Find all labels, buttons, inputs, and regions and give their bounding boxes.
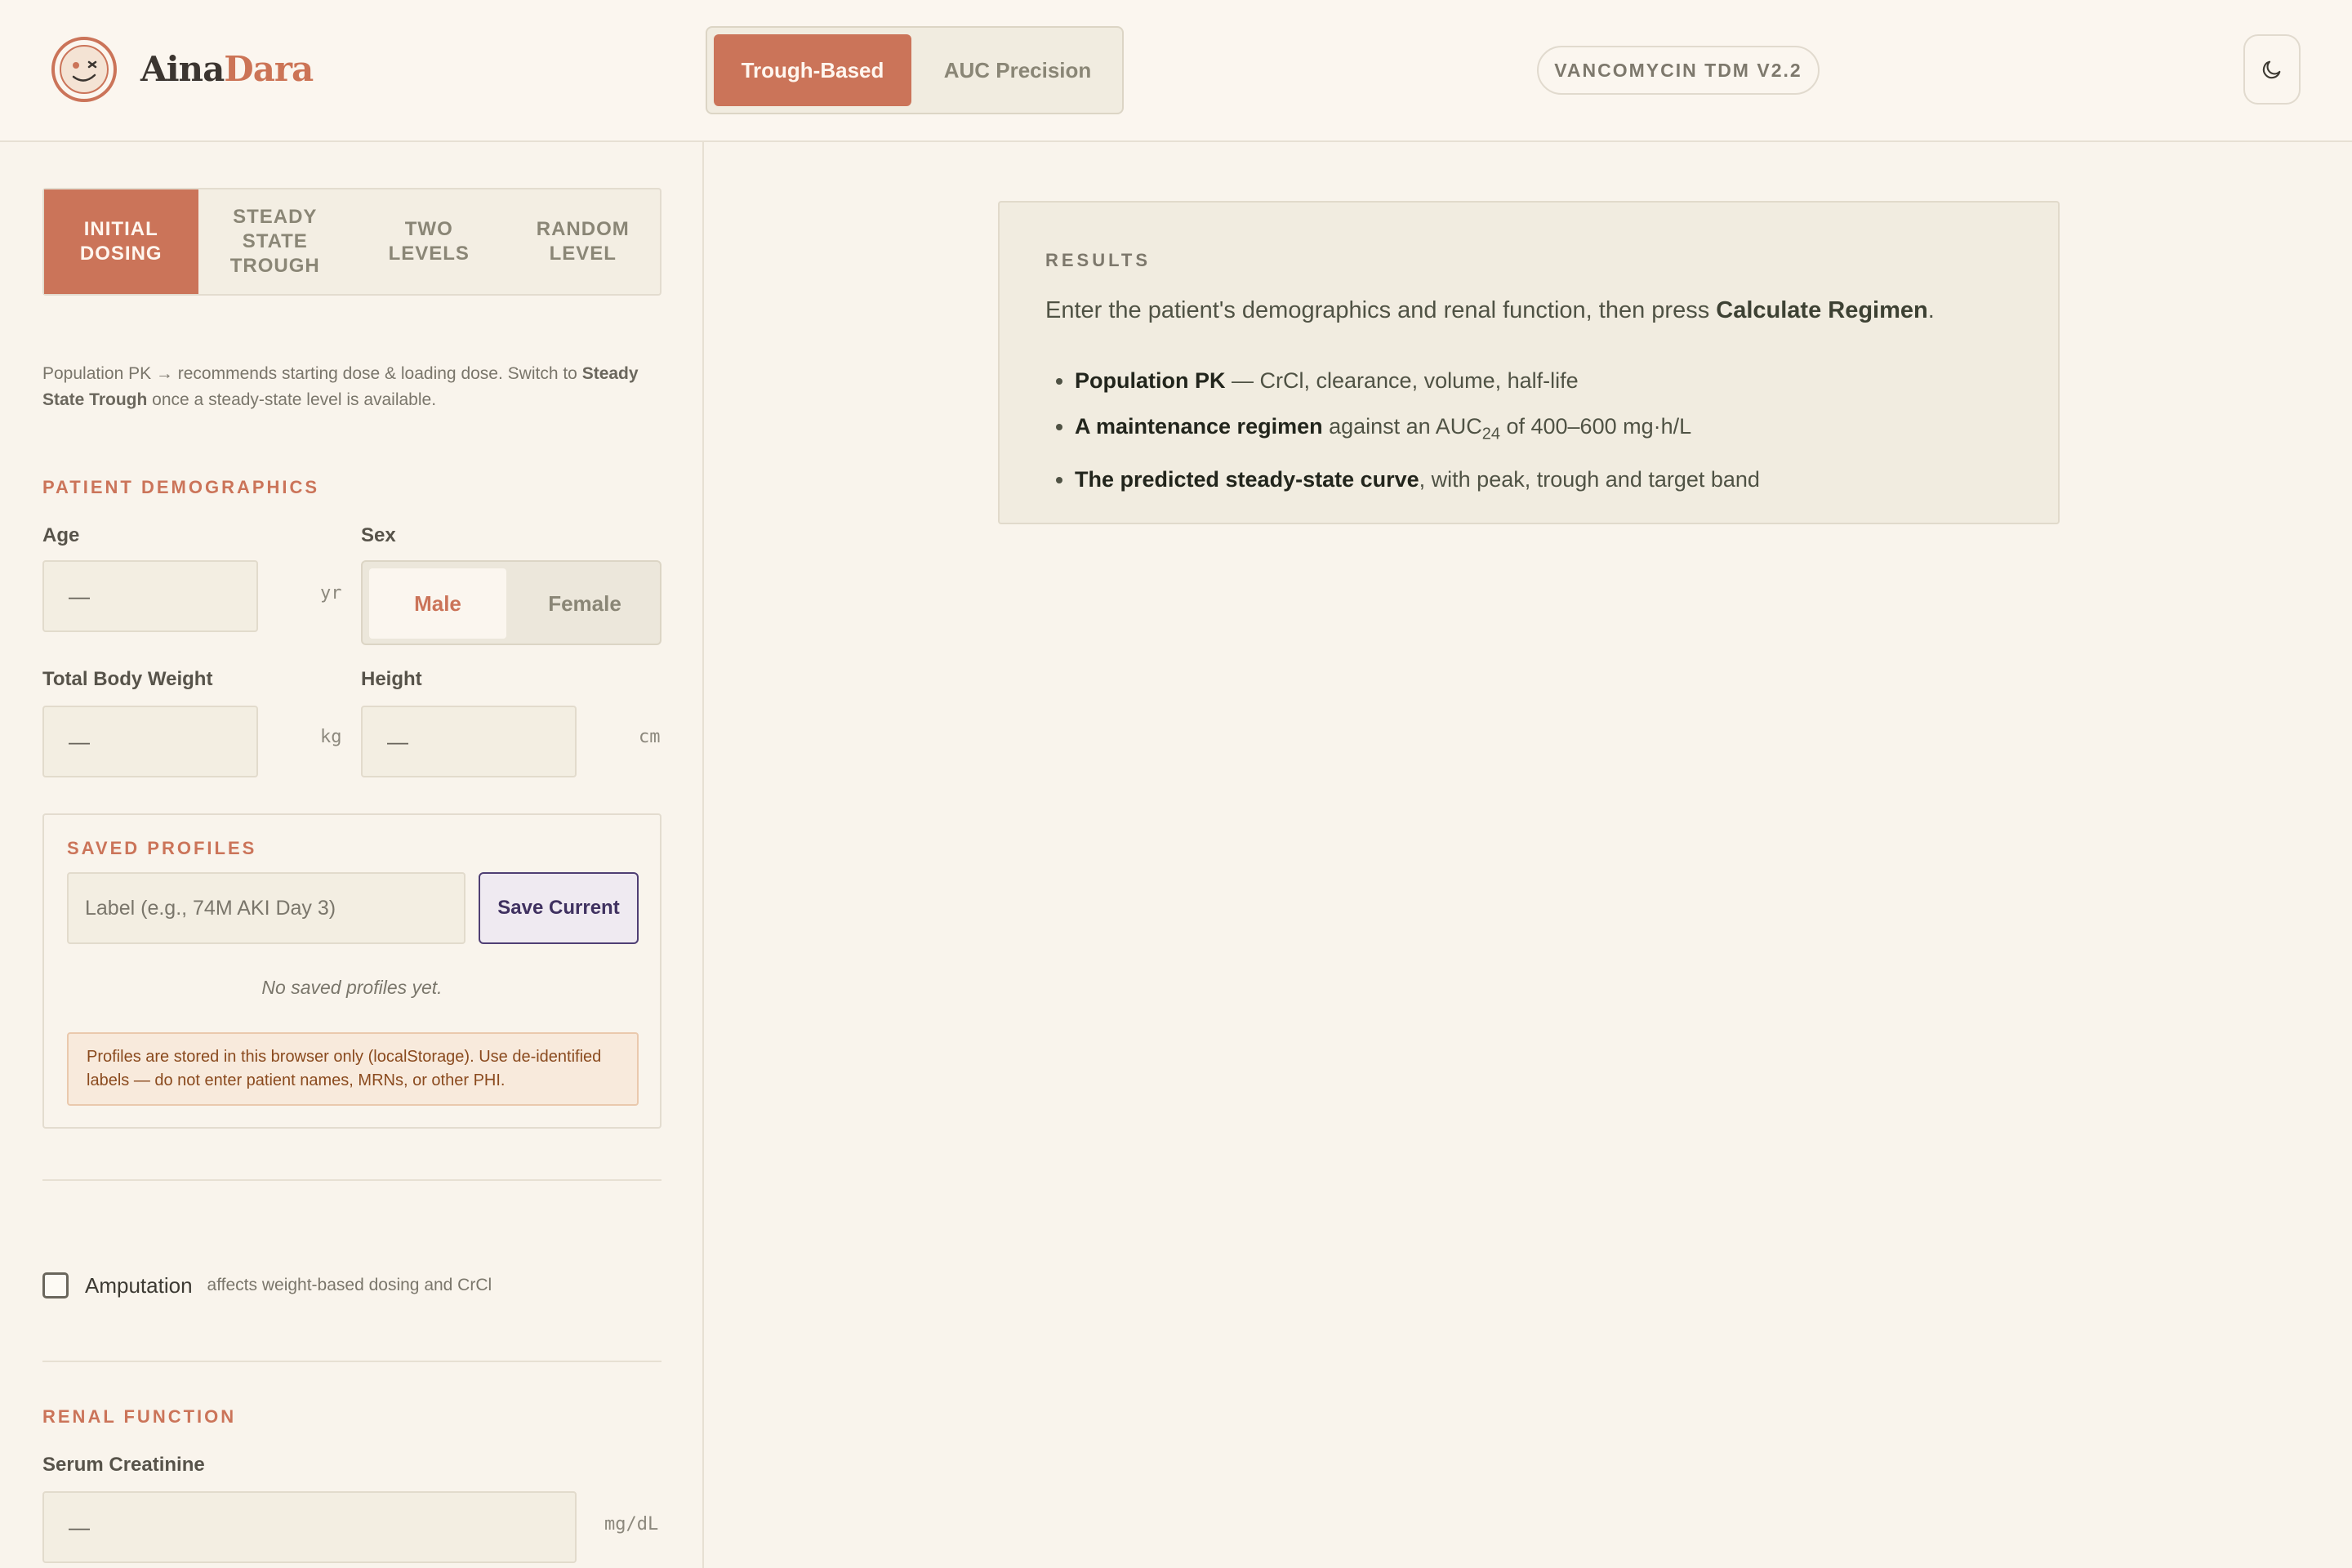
hint-text-pre: Population PK → recommends starting dose… [42, 364, 582, 383]
version-badge: VANCOMYCIN TDM V2.2 [1537, 46, 1820, 95]
list-item: Population PK — CrCl, clearance, volume,… [1075, 358, 1760, 403]
amputation-note: affects weight-based dosing and CrCl [207, 1276, 492, 1294]
list-item: A maintenance regimen against an AUC24 o… [1075, 403, 1760, 457]
brand-name-part-2: Dara [224, 49, 314, 89]
sex-male-button[interactable]: Male [369, 568, 506, 639]
age-input[interactable]: — [42, 560, 258, 632]
results-lead-post: . [1927, 297, 1935, 323]
logo-face-icon [51, 37, 117, 102]
results-instructions: Enter the patient's demographics and ren… [1045, 297, 1935, 324]
theme-toggle-button[interactable] [2243, 34, 2301, 105]
age-label: Age [42, 524, 80, 546]
profile-label-input[interactable]: Label (e.g., 74M AKI Day 3) [67, 872, 466, 944]
sex-label: Sex [361, 524, 396, 546]
saved-profiles-panel: SAVED PROFILES Label (e.g., 74M AKI Day … [42, 813, 662, 1129]
results-lead-pre: Enter the patient's demographics and ren… [1045, 297, 1717, 323]
amputation-checkbox[interactable] [42, 1272, 69, 1298]
results-lead-bold: Calculate Regimen [1716, 297, 1928, 323]
sex-toggle: Male Female [361, 560, 662, 645]
amputation-row: Amputation affects weight-based dosing a… [42, 1269, 492, 1302]
saved-profiles-title: SAVED PROFILES [67, 838, 257, 858]
amputation-label[interactable]: Amputation [85, 1273, 193, 1298]
results-feature-list: Population PK — CrCl, clearance, volume,… [1075, 358, 1760, 502]
list-item-text: , with peak, trough and target band [1419, 467, 1760, 492]
results-title: RESULTS [1045, 250, 1152, 270]
top-bar: AinaDara Trough-Based AUC Precision VANC… [0, 0, 2352, 142]
tab-random-level[interactable]: RANDOM LEVEL [506, 189, 661, 294]
phi-warning: Profiles are stored in this browser only… [67, 1032, 639, 1106]
mode-hint: Population PK → recommends starting dose… [42, 361, 662, 413]
auc-subscript: 24 [1481, 425, 1500, 443]
age-unit: yr [320, 583, 342, 604]
list-item-bold: Population PK [1075, 368, 1226, 393]
mode-auc-precision-button[interactable]: AUC Precision [918, 34, 1117, 106]
weight-label: Total Body Weight [42, 668, 213, 690]
moon-icon [2262, 60, 2281, 79]
serum-creatinine-input[interactable]: — [42, 1491, 577, 1563]
mode-toggle: Trough-Based AUC Precision [706, 26, 1124, 114]
weight-input[interactable]: — [42, 706, 258, 777]
save-current-button[interactable]: Save Current [479, 872, 639, 944]
tab-two-levels[interactable]: TWO LEVELS [352, 189, 506, 294]
calc-type-tabs: INITIAL DOSING STEADY STATE TROUGH TWO L… [42, 188, 662, 296]
serum-creatinine-unit: mg/dL [604, 1514, 659, 1535]
height-unit: cm [639, 727, 661, 747]
list-item-bold: A maintenance regimen [1075, 414, 1323, 439]
demographics-title: PATIENT DEMOGRAPHICS [42, 477, 320, 497]
height-input[interactable]: — [361, 706, 577, 777]
tab-steady-state-trough[interactable]: STEADY STATE TROUGH [198, 189, 353, 294]
divider [42, 1179, 662, 1181]
mode-trough-based-button[interactable]: Trough-Based [714, 34, 911, 106]
no-profiles-message: No saved profiles yet. [261, 977, 443, 998]
list-item-bold: The predicted steady-state curve [1075, 467, 1419, 492]
hint-text-post: once a steady-state level is available. [147, 390, 437, 409]
sex-female-button[interactable]: Female [513, 568, 657, 639]
results-panel: RESULTS Enter the patient's demographics… [998, 201, 2060, 524]
input-sidebar: INITIAL DOSING STEADY STATE TROUGH TWO L… [0, 142, 704, 1568]
brand-name: AinaDara [140, 42, 314, 96]
list-item: The predicted steady-state curve, with p… [1075, 457, 1760, 502]
renal-function-title: RENAL FUNCTION [42, 1406, 237, 1427]
list-item-text: against an AUC [1322, 414, 1482, 439]
serum-creatinine-label: Serum Creatinine [42, 1454, 205, 1476]
tab-initial-dosing[interactable]: INITIAL DOSING [44, 189, 198, 294]
divider [42, 1361, 662, 1362]
list-item-text: of 400–600 mg·h/L [1499, 414, 1692, 439]
list-item-text: — CrCl, clearance, volume, half-life [1225, 368, 1579, 393]
weight-unit: kg [320, 727, 342, 747]
brand-name-part-1: Aina [140, 49, 225, 89]
height-label: Height [361, 668, 422, 690]
